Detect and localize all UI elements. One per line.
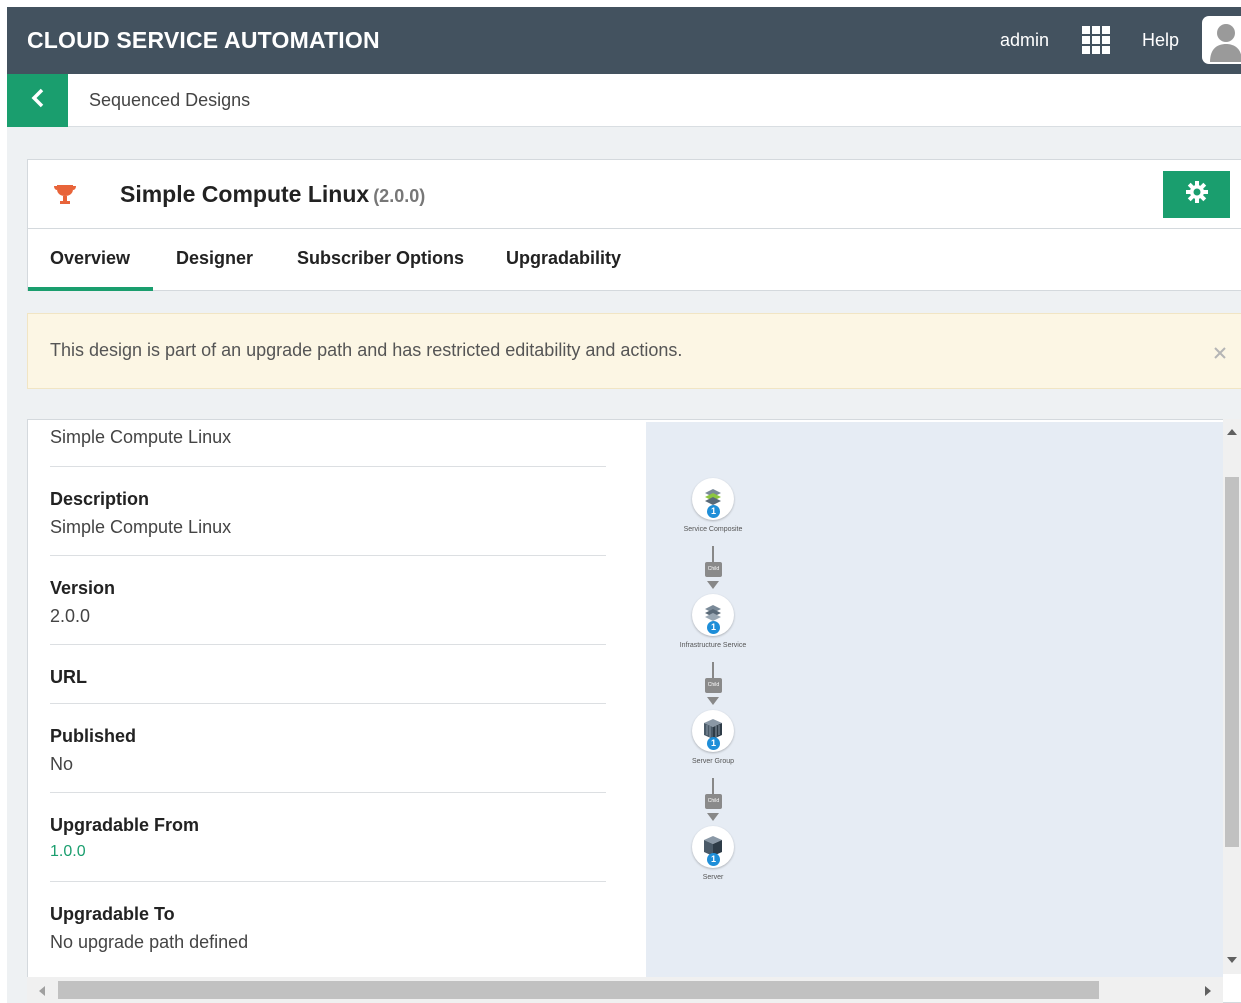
relation-tag: Child <box>705 562 722 577</box>
field-label: Version <box>50 578 116 598</box>
back-button[interactable] <box>7 74 68 127</box>
arrow-down-icon <box>707 813 719 821</box>
description-value: Simple Compute Linux <box>50 517 232 537</box>
horizontal-scroll-thumb[interactable] <box>58 981 1099 999</box>
name-field: Simple Compute Linux <box>50 420 606 467</box>
upgradable-from-link[interactable]: 1.0.0 <box>50 843 606 861</box>
close-icon[interactable] <box>1214 339 1226 365</box>
arrow-down-icon <box>707 581 719 589</box>
node-count-badge: 1 <box>707 621 720 634</box>
field-label: Description <box>50 489 150 509</box>
name-value: Simple Compute Linux <box>50 427 232 447</box>
chevron-left-icon <box>31 84 45 114</box>
scroll-left-arrow-icon[interactable] <box>39 986 45 996</box>
node-label: Server <box>702 874 724 881</box>
tab-bar: Overview Designer Subscriber Options Upg… <box>28 230 1241 291</box>
node-label: Infrastructure Service <box>679 642 747 649</box>
details-list: Simple Compute Linux Description Simple … <box>50 420 606 971</box>
node-count-badge: 1 <box>707 737 720 750</box>
relation-tag: Child <box>705 678 722 693</box>
upgradable-from-field: Upgradable From 1.0.0 <box>50 793 606 882</box>
user-avatar-icon[interactable] <box>1202 16 1241 64</box>
version-field: Version 2.0.0 <box>50 556 606 645</box>
app-window: CLOUD SERVICE AUTOMATION admin Help Sequ… <box>7 7 1241 1003</box>
tab-subscriber-options[interactable]: Subscriber Options <box>297 248 464 269</box>
topology-diagram: 1 Service Composite Child 1 Infrastructu… <box>646 422 1223 982</box>
arrow-down-icon <box>707 697 719 705</box>
description-field: Description Simple Compute Linux <box>50 467 606 556</box>
user-menu[interactable]: admin <box>1000 30 1049 51</box>
settings-button[interactable] <box>1163 171 1230 218</box>
tab-designer[interactable]: Designer <box>176 248 253 269</box>
url-field: URL <box>50 645 606 704</box>
node-label: Server Group <box>691 758 735 765</box>
scroll-up-arrow-icon[interactable] <box>1227 429 1237 435</box>
design-card: Simple Compute Linux (2.0.0) Overview De… <box>27 159 1241 291</box>
alert-message: This design is part of an upgrade path a… <box>50 340 683 360</box>
node-count-badge: 1 <box>707 505 720 518</box>
overview-panel: Simple Compute Linux Description Simple … <box>27 419 1241 1003</box>
field-label: Published <box>50 726 137 746</box>
version-value: 2.0.0 <box>50 606 91 626</box>
upgradable-to-value: No upgrade path defined <box>50 932 249 952</box>
active-tab-indicator <box>28 287 153 291</box>
help-link[interactable]: Help <box>1142 30 1179 51</box>
relation-tag: Child <box>705 794 722 809</box>
tab-overview[interactable]: Overview <box>50 248 130 269</box>
scroll-down-arrow-icon[interactable] <box>1227 957 1237 963</box>
trophy-icon <box>54 183 76 207</box>
published-value: No <box>50 754 74 774</box>
field-label: Upgradable To <box>50 904 175 924</box>
page-title: Simple Compute Linux (2.0.0) <box>120 181 425 208</box>
tab-upgradability[interactable]: Upgradability <box>506 248 621 269</box>
published-field: Published No <box>50 704 606 793</box>
design-version: (2.0.0) <box>373 186 426 206</box>
design-header: Simple Compute Linux (2.0.0) <box>28 160 1241 229</box>
design-name: Simple Compute Linux <box>120 181 370 207</box>
upgradable-to-field: Upgradable To No upgrade path defined <box>50 882 606 971</box>
vertical-scrollbar[interactable] <box>1223 419 1241 974</box>
top-header: CLOUD SERVICE AUTOMATION admin Help <box>7 7 1241 74</box>
gear-icon <box>1185 180 1209 209</box>
scroll-right-arrow-icon[interactable] <box>1205 986 1211 996</box>
vertical-scroll-thumb[interactable] <box>1225 477 1239 847</box>
breadcrumb-label[interactable]: Sequenced Designs <box>89 90 250 111</box>
upgrade-path-alert: This design is part of an upgrade path a… <box>27 313 1241 389</box>
node-label: Service Composite <box>683 526 743 533</box>
node-count-badge: 1 <box>707 853 720 866</box>
field-label: URL <box>50 667 87 687</box>
app-grid-icon[interactable] <box>1082 26 1110 54</box>
horizontal-scrollbar[interactable] <box>27 977 1223 1003</box>
app-title: CLOUD SERVICE AUTOMATION <box>27 27 380 53</box>
field-label: Upgradable From <box>50 815 200 835</box>
breadcrumb: Sequenced Designs <box>7 74 1241 127</box>
